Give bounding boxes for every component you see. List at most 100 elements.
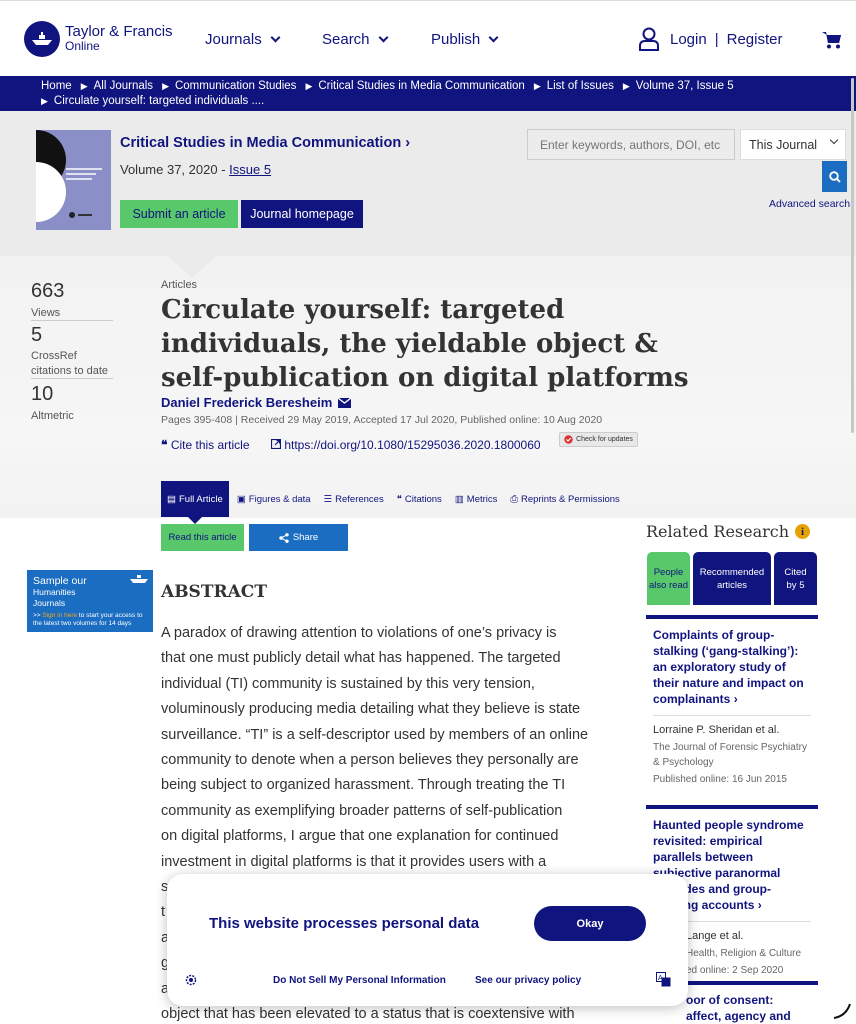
- register-link[interactable]: Register: [727, 31, 783, 48]
- resize-handle-icon[interactable]: [832, 1000, 852, 1024]
- journal-title[interactable]: Critical Studies in Media Communication …: [120, 135, 410, 151]
- breadcrumb-list-of-issues[interactable]: List of Issues: [547, 80, 614, 92]
- advanced-search-link[interactable]: Advanced search: [769, 198, 850, 210]
- nav-journals-label: Journals: [205, 31, 262, 48]
- tab-references[interactable]: ☰ References: [324, 481, 384, 517]
- check-updates-label: Check for updates: [576, 436, 633, 443]
- related-research-title: Related Research: [646, 522, 790, 541]
- cite-label: Cite this article: [170, 438, 250, 452]
- chevron-down-icon: [488, 32, 499, 43]
- issue-link[interactable]: Issue 5: [229, 162, 271, 177]
- related-article-title: Complaints of group-stalking (‘gang-stal…: [653, 628, 804, 706]
- search-input[interactable]: [527, 129, 735, 160]
- read-article-button[interactable]: Read this article: [161, 524, 244, 551]
- submit-article-button[interactable]: Submit an article: [120, 200, 238, 228]
- login-link[interactable]: Login: [670, 31, 707, 48]
- article-type: Articles: [161, 279, 198, 291]
- page-scrollbar[interactable]: [851, 78, 854, 433]
- language-icon[interactable]: A: [656, 972, 671, 992]
- breadcrumb-all-journals[interactable]: All Journals: [94, 80, 153, 92]
- breadcrumb-journal[interactable]: Critical Studies in Media Communication: [318, 80, 524, 92]
- taylor-francis-logo[interactable]: Taylor & Francis Online: [24, 21, 173, 57]
- envelope-icon[interactable]: [338, 397, 352, 408]
- user-icon[interactable]: [638, 27, 660, 51]
- breadcrumb-arrow-icon: ▶: [305, 81, 313, 91]
- chevron-right-icon: ›: [733, 692, 738, 706]
- journal-title-text: Critical Studies in Media Communication: [120, 135, 402, 151]
- metric-divider: [31, 378, 113, 379]
- cookie-consent-banner: This website processes personal data Oka…: [167, 874, 688, 1006]
- metric-divider: [31, 320, 113, 321]
- crossmark-icon: [564, 435, 573, 444]
- breadcrumb-issue[interactable]: Volume 37, Issue 5: [636, 80, 734, 92]
- author-link[interactable]: Daniel Frederick Beresheim: [161, 395, 352, 410]
- logo-boat-icon: [24, 21, 60, 57]
- cart-icon[interactable]: [822, 31, 842, 54]
- publication-history: Pages 395-408 | Received 29 May 2019, Ac…: [161, 414, 603, 426]
- tab-metrics[interactable]: ▥ Metrics: [455, 481, 498, 517]
- promo-signin-link[interactable]: Sign in here: [42, 612, 77, 619]
- boat-icon: [130, 575, 148, 583]
- external-link-icon: [270, 438, 282, 450]
- list-icon: ☰: [323, 493, 333, 505]
- quote-icon: ❝: [396, 493, 402, 505]
- abstract-line: community to denote when a person believ…: [161, 752, 579, 769]
- altmetric-label: Altmetric: [31, 410, 74, 422]
- abstract-line: that one must publicly detail what has h…: [161, 650, 561, 667]
- search-button[interactable]: [822, 161, 847, 192]
- chevron-down-icon: [378, 32, 388, 43]
- tab-recommended-articles[interactable]: Recommended articles: [693, 552, 771, 605]
- views-count: 663: [31, 280, 65, 302]
- altmetric-count[interactable]: 10: [31, 383, 53, 406]
- tab-full-article[interactable]: ▤ Full Article: [161, 481, 229, 524]
- info-icon[interactable]: i: [795, 524, 811, 539]
- breadcrumb-arrow-icon: ▶: [622, 81, 630, 91]
- views-label: Views: [31, 307, 61, 319]
- svg-text:A: A: [658, 975, 663, 982]
- breadcrumb-communication-studies[interactable]: Communication Studies: [175, 80, 296, 92]
- search-scope-select[interactable]: This Journal: [740, 129, 846, 160]
- tab-figures[interactable]: ▣ Figures & data: [237, 481, 311, 517]
- bar-chart-icon: ▥: [454, 493, 464, 505]
- search-icon: [828, 170, 841, 183]
- breadcrumb-home[interactable]: Home: [41, 80, 72, 92]
- section-pointer: [168, 256, 216, 278]
- privacy-policy-link[interactable]: See our privacy policy: [475, 975, 581, 986]
- article-tabs: ▤ Full Article ▣ Figures & data ☰ Reference…: [161, 481, 633, 524]
- tab-people-also-read[interactable]: People also read: [647, 552, 690, 605]
- chevron-down-icon: [270, 32, 281, 43]
- abstract-line: individual (TI) community is sustained b…: [161, 675, 535, 692]
- article-title: Circulate yourself: targeted individuals…: [161, 295, 689, 393]
- tab-label: Reprints & Permissions: [521, 493, 620, 505]
- logo-name: Taylor & Francis: [65, 23, 173, 40]
- nav-search[interactable]: Search: [322, 31, 388, 48]
- do-not-sell-link[interactable]: Do Not Sell My Personal Information: [273, 975, 446, 986]
- journal-header: Critical Studies in Media Communication …: [0, 111, 856, 256]
- nav-publish[interactable]: Publish: [431, 31, 499, 48]
- related-article-link[interactable]: Complaints of group-stalking (‘gang-stal…: [646, 619, 818, 707]
- cookie-settings-icon[interactable]: [184, 973, 198, 992]
- abstract-line: community as exemplifying broader patter…: [161, 802, 563, 819]
- cite-article-link[interactable]: ❝ Cite this article: [161, 438, 250, 452]
- tab-label: Metrics: [466, 493, 498, 505]
- share-button[interactable]: Share: [249, 524, 348, 551]
- breadcrumb-current: Circulate yourself: targeted individuals…: [53, 95, 265, 107]
- humanities-promo-banner[interactable]: Sample our Humanities Journals >> Sign i…: [27, 570, 153, 632]
- related-article-authors: Lorraine P. Sheridan et al.: [653, 724, 780, 736]
- breadcrumb-arrow-icon: ▶: [41, 96, 48, 106]
- tab-cited-by[interactable]: Cited by 5: [774, 552, 817, 605]
- tab-citations[interactable]: ❝ Citations: [397, 481, 442, 517]
- journal-cover-image[interactable]: [36, 130, 111, 230]
- nav-journals[interactable]: Journals: [205, 31, 281, 48]
- tab-label: Citations: [404, 493, 442, 505]
- cookie-okay-button[interactable]: Okay: [534, 906, 646, 941]
- tab-label: Full Article: [178, 493, 223, 505]
- abstract-line: on digital platforms, I argue that one e…: [161, 828, 559, 845]
- crossref-count[interactable]: 5: [31, 324, 42, 347]
- tab-reprints[interactable]: ⎙ Reprints & Permissions: [510, 481, 619, 517]
- doi-link[interactable]: https://doi.org/10.1080/15295036.2020.18…: [270, 438, 541, 452]
- journal-homepage-button[interactable]: Journal homepage: [241, 200, 363, 228]
- abstract-line: being subject to organized harassment. T…: [161, 777, 566, 794]
- check-for-updates-button[interactable]: Check for updates: [559, 432, 638, 447]
- doi-text: https://doi.org/10.1080/15295036.2020.18…: [284, 438, 541, 452]
